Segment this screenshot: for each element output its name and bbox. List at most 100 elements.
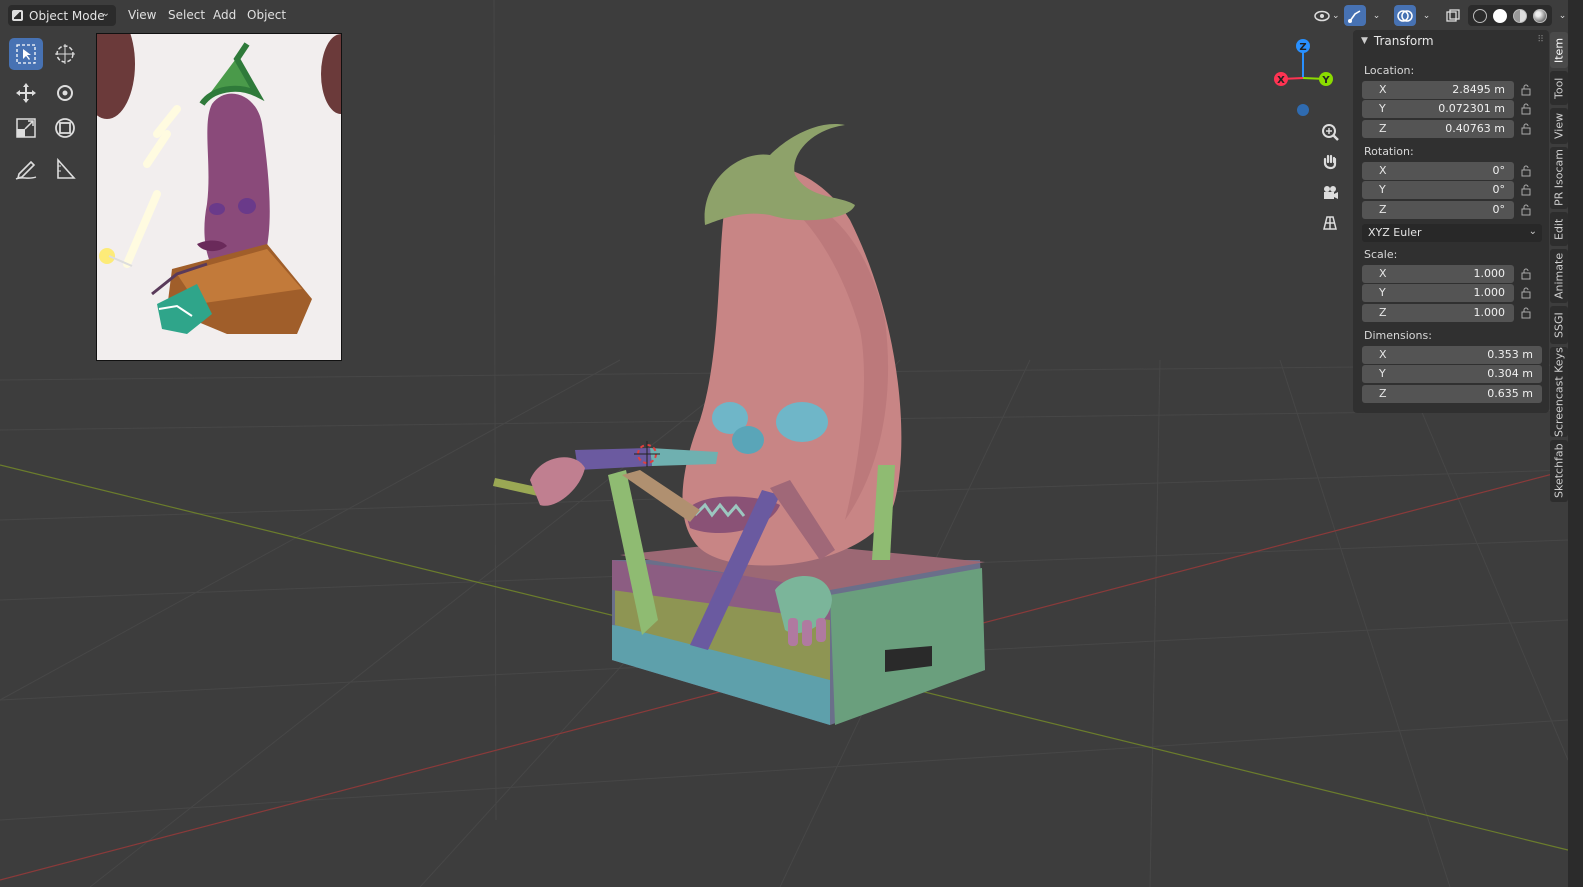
field-value: 1.000 — [1473, 267, 1506, 280]
rotation-mode-dropdown[interactable]: XYZ Euler ⌄ — [1362, 224, 1542, 242]
sidebar-tabs: Item Tool View PR Isocam Edit Animate SS… — [1550, 30, 1568, 530]
scale-x-field[interactable]: X 1.000 — [1362, 265, 1514, 283]
axis-label: Z — [1379, 387, 1387, 400]
axis-label: Y — [1379, 286, 1386, 299]
overlay-toggle-icon[interactable] — [1393, 5, 1416, 26]
scale-z-field[interactable]: Z 1.000 — [1362, 304, 1514, 322]
lock-icon[interactable] — [1521, 184, 1533, 196]
lock-icon[interactable] — [1521, 103, 1533, 115]
lock-icon[interactable] — [1521, 287, 1533, 299]
measure-icon[interactable] — [48, 153, 82, 185]
field-value: 0° — [1492, 183, 1506, 196]
chevron-down-icon: ⌄ — [1528, 226, 1537, 237]
field-value: 0° — [1492, 164, 1506, 177]
lock-icon[interactable] — [1521, 204, 1533, 216]
collapse-triangle-icon[interactable]: ▼ — [1361, 36, 1368, 46]
field-value: 0.072301 m — [1438, 102, 1505, 115]
tab-ssgi[interactable]: SSGI — [1550, 306, 1568, 344]
menu-view[interactable]: View — [122, 5, 162, 26]
region-edge — [1568, 0, 1583, 887]
axis-label: X — [1379, 83, 1387, 96]
field-value: 1.000 — [1473, 306, 1506, 319]
wireframe-shading-icon[interactable] — [1472, 8, 1487, 23]
cursor-icon[interactable] — [48, 38, 82, 70]
tab-item[interactable]: Item — [1550, 32, 1568, 68]
location-z-field[interactable]: Z 0.40763 m — [1362, 120, 1514, 138]
lock-icon[interactable] — [1521, 165, 1533, 177]
navigation-gizmo[interactable]: Z Y X — [1265, 34, 1345, 124]
lock-icon[interactable] — [1521, 123, 1533, 135]
field-value: 2.8495 m — [1452, 83, 1505, 96]
annotate-icon[interactable] — [9, 153, 43, 185]
scale-icon[interactable] — [9, 112, 43, 144]
axis-label: X — [1379, 267, 1387, 280]
transform-icon[interactable] — [48, 112, 82, 144]
lock-icon[interactable] — [1521, 84, 1533, 96]
object-mode-icon — [12, 10, 23, 21]
scale-label: Scale: — [1364, 248, 1398, 261]
field-value: 0.353 m — [1487, 348, 1533, 361]
rotate-icon[interactable] — [48, 77, 82, 109]
transform-panel: ▼ Transform ⠿ Location: X 2.8495 m Y 0.072… — [1353, 30, 1549, 413]
rendered-shading-icon[interactable] — [1532, 8, 1547, 23]
overlay-dropdown-icon[interactable]: ⌄ — [1416, 5, 1438, 26]
axis-label: Z — [1379, 306, 1387, 319]
location-y-field[interactable]: Y 0.072301 m — [1362, 100, 1514, 118]
shading-mode-group — [1467, 5, 1552, 26]
solid-shading-icon[interactable] — [1492, 8, 1507, 23]
rotation-label: Rotation: — [1364, 145, 1414, 158]
location-label: Location: — [1364, 64, 1415, 77]
axis-label: X — [1379, 164, 1387, 177]
menu-add[interactable]: Add — [207, 5, 242, 26]
reference-image[interactable] — [96, 33, 342, 361]
viewport-header: Object Mode ⌄ View Select Add Object ⌄ ⌄… — [0, 0, 1566, 31]
tab-screencast-keys[interactable]: Screencast Keys — [1550, 347, 1568, 437]
rotation-mode-value: XYZ Euler — [1368, 226, 1422, 239]
tab-view[interactable]: View — [1550, 108, 1568, 144]
axis-label: Y — [1379, 367, 1386, 380]
dimensions-z-field[interactable]: Z 0.635 m — [1362, 385, 1542, 403]
gizmo-neg-z-axis — [1297, 104, 1309, 116]
dimensions-y-field[interactable]: Y 0.304 m — [1362, 365, 1542, 383]
panel-title: Transform — [1373, 34, 1434, 48]
gizmo-toggle-icon[interactable] — [1343, 5, 1366, 26]
scale-y-field[interactable]: Y 1.000 — [1362, 284, 1514, 302]
gizmo-z-label: Z — [1299, 42, 1306, 53]
tab-edit[interactable]: Edit — [1550, 212, 1568, 246]
gizmo-dropdown-icon[interactable]: ⌄ — [1366, 5, 1388, 26]
axis-label: Z — [1379, 122, 1387, 135]
camera-icon[interactable] — [1317, 180, 1343, 206]
drag-handle-icon[interactable]: ⠿ — [1537, 35, 1544, 45]
select-box-icon[interactable] — [9, 38, 43, 70]
mode-label: Object Mode — [29, 8, 105, 23]
rotation-z-field[interactable]: Z 0° — [1362, 201, 1514, 219]
xray-toggle-icon[interactable] — [1442, 5, 1464, 26]
location-x-field[interactable]: X 2.8495 m — [1362, 81, 1514, 99]
tab-tool[interactable]: Tool — [1550, 71, 1568, 105]
field-value: 0° — [1492, 203, 1506, 216]
menu-object[interactable]: Object — [241, 5, 292, 26]
menu-select[interactable]: Select — [162, 5, 211, 26]
transform-panel-header[interactable]: ▼ Transform ⠿ — [1353, 30, 1549, 52]
rotation-x-field[interactable]: X 0° — [1362, 162, 1514, 180]
field-value: 1.000 — [1473, 286, 1506, 299]
grid-view-icon[interactable] — [1317, 210, 1343, 236]
axis-label: Y — [1379, 102, 1386, 115]
axis-label: X — [1379, 348, 1387, 361]
dimensions-x-field[interactable]: X 0.353 m — [1362, 346, 1542, 364]
visibility-icon[interactable]: ⌄ — [1314, 5, 1340, 26]
lock-icon[interactable] — [1521, 268, 1533, 280]
lock-icon[interactable] — [1521, 307, 1533, 319]
tab-pr-isocam[interactable]: PR Isocam — [1550, 147, 1568, 209]
zoom-icon[interactable] — [1317, 119, 1343, 145]
tab-animate[interactable]: Animate — [1550, 249, 1568, 303]
dimensions-label: Dimensions: — [1364, 329, 1432, 342]
move-icon[interactable] — [9, 77, 43, 109]
tab-sketchfab[interactable]: Sketchfab — [1550, 440, 1568, 502]
pan-hand-icon[interactable] — [1317, 149, 1343, 175]
rotation-y-field[interactable]: Y 0° — [1362, 181, 1514, 199]
mode-dropdown[interactable]: Object Mode ⌄ — [8, 5, 116, 26]
axis-label: Y — [1379, 183, 1386, 196]
material-shading-icon[interactable] — [1512, 8, 1527, 23]
axis-label: Z — [1379, 203, 1387, 216]
